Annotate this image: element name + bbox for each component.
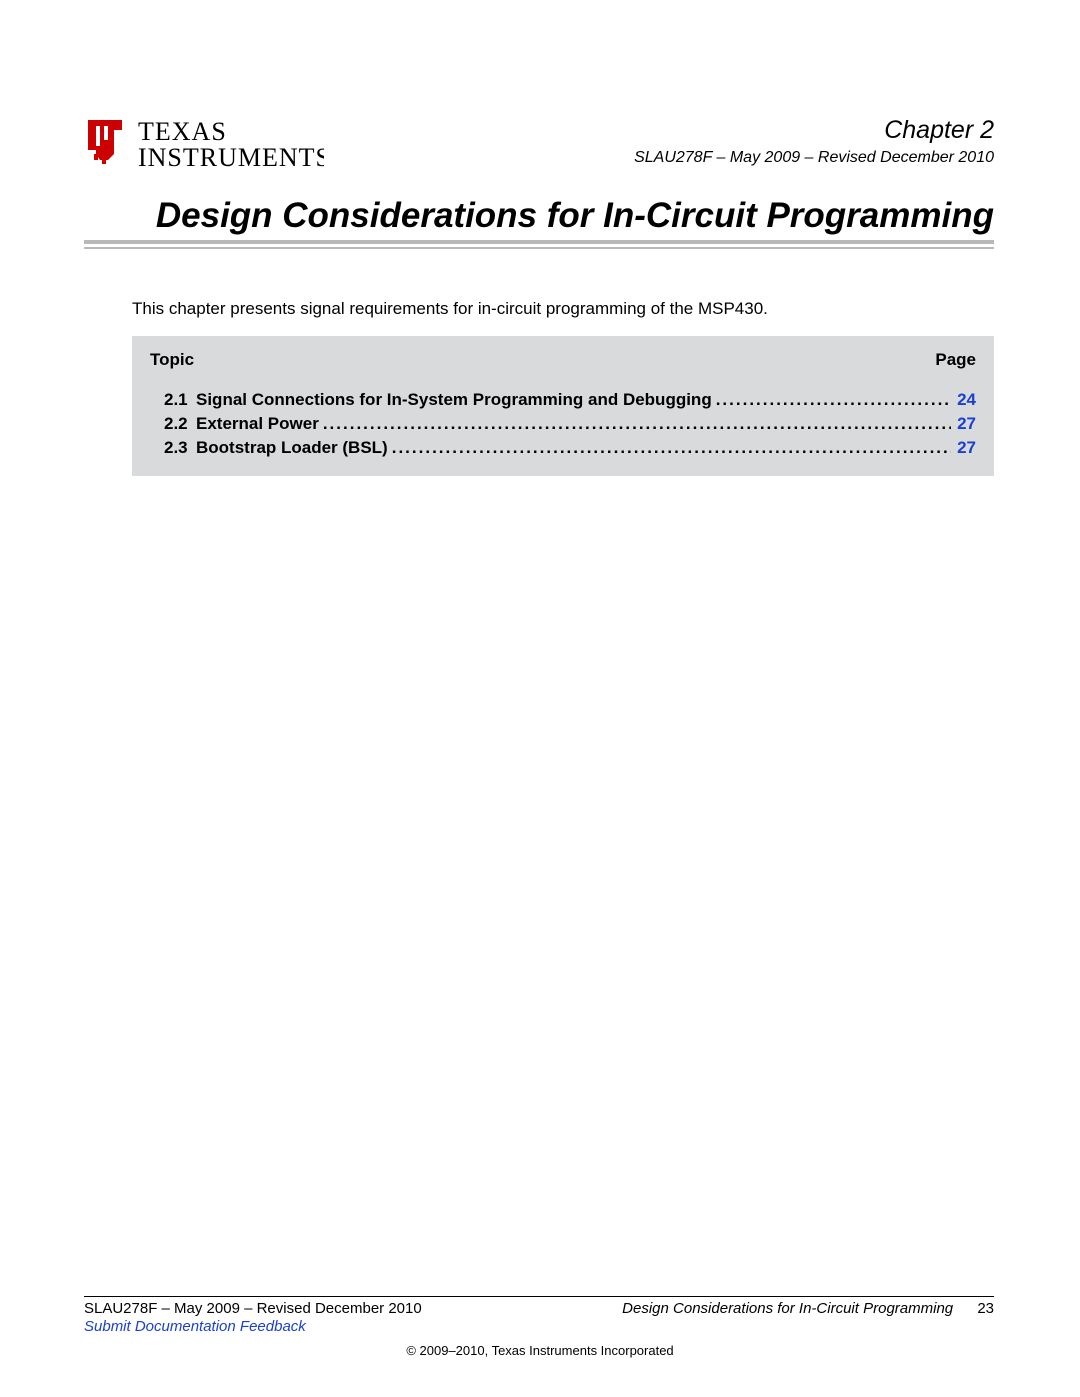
toc-row: 2.2 External Power .....................…: [150, 414, 976, 434]
ti-chip-icon: [88, 120, 122, 164]
toc-title: Signal Connections for In-System Program…: [196, 390, 716, 410]
logo-text-bottom: INSTRUMENTS: [138, 143, 324, 172]
footer-chapter-title: Design Considerations for In-Circuit Pro…: [622, 1300, 953, 1317]
toc-number: 2.1: [150, 390, 196, 410]
toc-header-topic: Topic: [150, 350, 194, 370]
footer-row-1: SLAU278F – May 2009 – Revised December 2…: [84, 1300, 994, 1317]
footer-page-number: 23: [977, 1300, 994, 1317]
toc-dots: ........................................…: [392, 438, 951, 458]
toc-header-page: Page: [935, 350, 976, 370]
footer-right: Design Considerations for In-Circuit Pro…: [622, 1300, 994, 1317]
toc-title: Bootstrap Loader (BSL): [196, 438, 392, 458]
footer-rule: [84, 1296, 994, 1297]
toc-page-link[interactable]: 24: [951, 390, 976, 410]
intro-paragraph: This chapter presents signal requirement…: [132, 299, 994, 319]
page-title: Design Considerations for In-Circuit Pro…: [156, 196, 994, 236]
ti-logo: TEXAS INSTRUMENTS: [84, 110, 324, 187]
toc-row: 2.1 Signal Connections for In-System Pro…: [150, 390, 976, 410]
toc-dots: ........................................…: [323, 414, 951, 434]
toc-page-link[interactable]: 27: [951, 414, 976, 434]
toc-title: External Power: [196, 414, 323, 434]
toc-number: 2.2: [150, 414, 196, 434]
toc-header-row: Topic Page: [150, 350, 976, 370]
chapter-header-block: Chapter 2 SLAU278F – May 2009 – Revised …: [634, 116, 994, 167]
toc-number: 2.3: [150, 438, 196, 458]
toc-row: 2.3 Bootstrap Loader (BSL) .............…: [150, 438, 976, 458]
footer-copyright: © 2009–2010, Texas Instruments Incorpora…: [0, 1343, 1080, 1358]
page: TEXAS INSTRUMENTS Chapter 2 SLAU278F – M…: [0, 0, 1080, 1397]
chapter-label: Chapter 2: [634, 116, 994, 145]
toc-box: Topic Page 2.1 Signal Connections for In…: [132, 336, 994, 476]
toc-page-link[interactable]: 27: [951, 438, 976, 458]
doc-info-header: SLAU278F – May 2009 – Revised December 2…: [634, 149, 994, 167]
title-separator: [84, 240, 994, 252]
logo-text-top: TEXAS: [138, 117, 227, 146]
toc-dots: ........................................…: [716, 390, 951, 410]
footer-feedback-link[interactable]: Submit Documentation Feedback: [84, 1318, 306, 1335]
footer-doc-info: SLAU278F – May 2009 – Revised December 2…: [84, 1300, 422, 1317]
